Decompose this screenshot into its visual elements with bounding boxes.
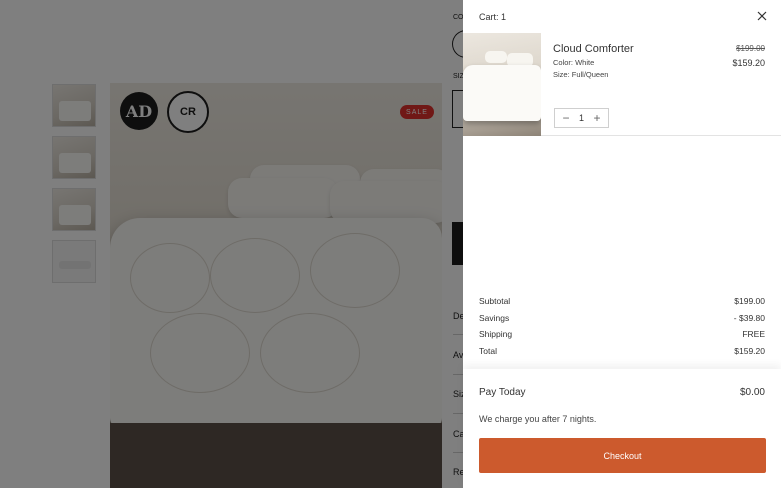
checkout-button[interactable]: Checkout	[479, 438, 766, 473]
cart-item-color: Color: White	[553, 58, 595, 67]
summary-label: Subtotal	[479, 296, 511, 306]
cart-item-size: Size: Full/Queen	[553, 70, 609, 79]
pay-today-label: Pay Today	[479, 387, 526, 398]
cart-item-sale-price: $159.20	[732, 58, 765, 68]
summary-value: FREE	[742, 329, 765, 339]
increase-quantity-button[interactable]: +	[591, 112, 603, 124]
summary-value: $199.00	[734, 296, 765, 306]
pay-today-amount: $0.00	[739, 387, 765, 398]
cart-drawer: Cart: 1 Cloud Comforter Color: White Siz…	[463, 0, 781, 488]
decrease-quantity-button[interactable]: −	[560, 112, 572, 124]
cart-item-original-price: $199.00	[736, 44, 765, 53]
cart-item: Cloud Comforter Color: White Size: Full/…	[463, 33, 781, 136]
summary-label: Shipping	[479, 329, 513, 339]
cart-header: Cart: 1	[463, 0, 781, 33]
summary-value: $159.20	[734, 346, 765, 356]
payment-panel: Pay Today $0.00 We charge you after 7 ni…	[463, 369, 781, 488]
summary-label: Total	[479, 346, 497, 356]
cart-title: Cart: 1	[479, 12, 507, 22]
summary-label: Savings	[479, 313, 510, 323]
charge-note: We charge you after 7 nights.	[479, 414, 597, 424]
summary-value: - $39.80	[733, 313, 765, 323]
close-icon[interactable]	[755, 9, 769, 23]
cart-item-name[interactable]: Cloud Comforter	[553, 43, 634, 55]
quantity-stepper: − 1 +	[554, 108, 609, 128]
quantity-value: 1	[578, 113, 584, 123]
cart-item-image[interactable]	[463, 33, 541, 136]
modal-overlay[interactable]	[0, 0, 463, 488]
